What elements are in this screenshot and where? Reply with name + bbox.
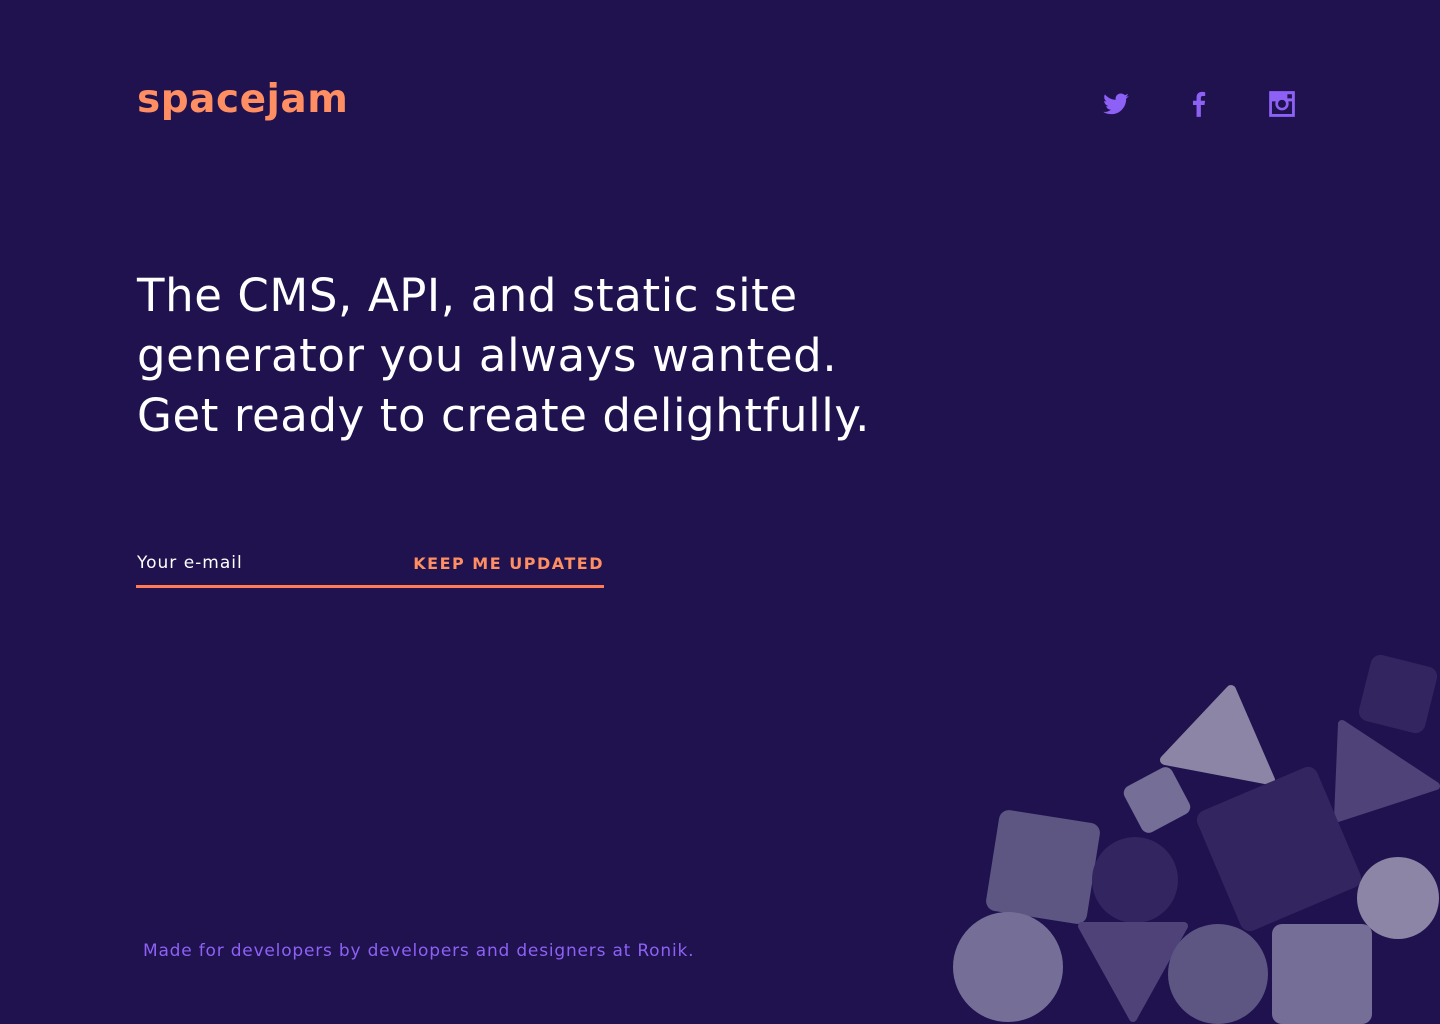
keep-me-updated-button[interactable]: KEEP ME UPDATED — [413, 550, 604, 576]
shape-square — [1272, 924, 1372, 1024]
shape-circle — [1168, 924, 1268, 1024]
decorative-shapes — [953, 654, 1440, 1024]
hero-headline: The CMS, API, and static site generator … — [137, 266, 1037, 446]
shape-circle — [953, 912, 1063, 1022]
shape-triangle — [1334, 720, 1440, 822]
shape-square — [1123, 767, 1191, 833]
headline-line: The CMS, API, and static site — [137, 269, 798, 322]
brand-logo[interactable]: spacejam — [137, 74, 348, 126]
signup-form: KEEP ME UPDATED — [136, 540, 604, 588]
social-links — [1100, 90, 1300, 118]
email-input[interactable] — [137, 550, 407, 576]
twitter-icon[interactable] — [1102, 90, 1130, 118]
shape-circle — [1357, 857, 1439, 939]
facebook-icon[interactable] — [1185, 90, 1213, 118]
shape-square — [1358, 654, 1438, 734]
shape-triangle — [1160, 685, 1275, 785]
footer-credit: Made for developers by developers and de… — [143, 941, 695, 961]
headline-line: Get ready to create delightfully. — [137, 389, 871, 442]
shape-circle — [1092, 837, 1178, 923]
shape-square — [986, 810, 1100, 924]
headline-line: generator you always wanted. — [137, 329, 838, 382]
instagram-icon[interactable] — [1268, 90, 1296, 118]
